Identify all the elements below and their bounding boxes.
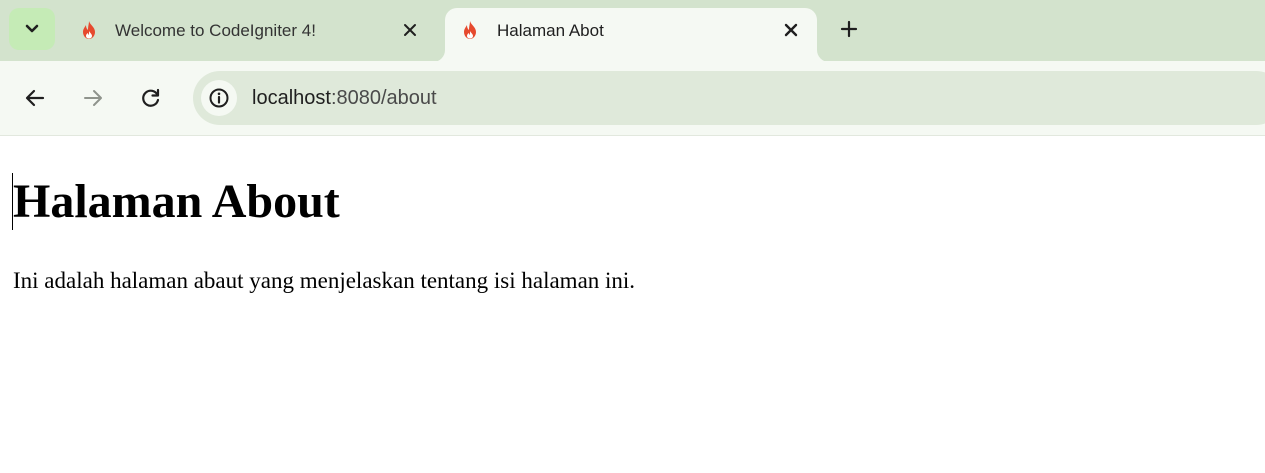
url-host: localhost <box>252 87 331 109</box>
arrow-left-icon <box>25 89 45 107</box>
arrow-right-icon <box>84 90 102 106</box>
browser-toolbar: localhost:8080/about <box>0 61 1265 136</box>
info-icon <box>209 88 229 108</box>
reload-button[interactable] <box>134 81 168 115</box>
back-button[interactable] <box>18 81 52 115</box>
close-icon[interactable] <box>779 18 803 42</box>
new-tab-button[interactable] <box>836 16 862 42</box>
plus-icon <box>840 20 858 38</box>
url-path: :8080/about <box>330 87 437 109</box>
codeigniter-flame-icon <box>79 20 99 40</box>
url-text[interactable]: localhost:8080/about <box>252 87 437 110</box>
tab-search-button[interactable] <box>9 8 55 50</box>
page-paragraph: Ini adalah halaman abaut yang menjelaska… <box>13 268 636 293</box>
tab-halaman-abot[interactable]: Halaman Abot <box>445 8 817 61</box>
page-content: Halaman About Ini adalah halaman abaut y… <box>0 136 1265 473</box>
tab-welcome[interactable]: Welcome to CodeIgniter 4! <box>62 8 440 52</box>
codeigniter-flame-icon <box>460 20 480 40</box>
tab-strip: Welcome to CodeIgniter 4! Halaman Abot <box>0 0 1265 62</box>
page-heading: Halaman About <box>13 175 340 228</box>
tab-title: Welcome to CodeIgniter 4! <box>115 21 316 40</box>
reload-icon <box>142 88 160 107</box>
chevron-down-icon <box>25 24 39 33</box>
forward-button[interactable] <box>76 81 110 115</box>
close-icon[interactable] <box>398 18 422 42</box>
address-bar[interactable]: localhost:8080/about <box>193 71 1265 125</box>
site-info-button[interactable] <box>201 80 237 116</box>
tab-title: Halaman Abot <box>497 21 604 40</box>
